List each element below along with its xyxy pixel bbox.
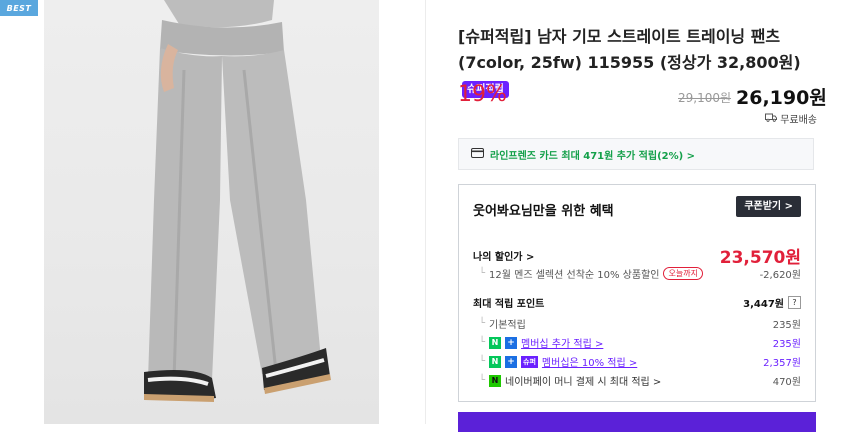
my-price-link[interactable]: 나의 할인가 > [473, 248, 534, 263]
shipping-info: 무료배송 [765, 111, 817, 126]
benefit-title: 웃어봐요님만을 위한 혜택 [473, 204, 614, 219]
super-mini-badge: 슈퍼 [521, 355, 538, 368]
base-point-value: 235원 [772, 320, 801, 331]
truck-icon [765, 113, 778, 125]
product-title-text: [슈퍼적립] 남자 기모 스트레이트 트레이닝 팬츠 (7color, 25fw… [458, 27, 801, 72]
member-super-value: 2,357원 [763, 358, 801, 369]
card-promo-banner[interactable]: 라인프렌즈 카드 최대 471원 추가 적립(2%) > [458, 138, 814, 170]
member-extra-row: └ N + 멤버십 추가 적립 > 235원 [473, 335, 801, 350]
plus-icon: + [505, 336, 518, 349]
left-gutter [0, 0, 44, 424]
my-price-value: 23,570원 [719, 248, 801, 268]
plus-icon: + [505, 355, 518, 368]
tree-branch-icon: └ [479, 268, 486, 279]
today-only-badge: 오늘까지 [663, 267, 703, 280]
naver-pay-icon: N [489, 374, 502, 387]
npay-row: └ N 네이버페이 머니 결제 시 최대 적립 > 470원 [473, 373, 801, 388]
max-point-row: 최대 적립 포인트 3,447원 ? [473, 295, 801, 310]
tree-branch-icon: └ [479, 375, 486, 386]
npay-value: 470원 [772, 377, 801, 388]
member-extra-link[interactable]: 멤버십 추가 적립 > [521, 335, 603, 350]
credit-card-icon [471, 147, 484, 161]
max-point-value: 3,447원 [743, 299, 784, 310]
max-point-label: 최대 적립 포인트 [473, 299, 545, 310]
tree-branch-icon: └ [479, 356, 486, 367]
base-point-row: └ 기본적립 235원 [473, 316, 801, 331]
coupon-button[interactable]: 쿠폰받기 > [736, 196, 801, 217]
base-point-label: 기본적립 [489, 320, 526, 331]
member-benefit-box: 웃어봐요님만을 위한 혜택 쿠폰받기 > 나의 할인가 > 23,570원 └ … [458, 184, 816, 402]
member-extra-value: 235원 [772, 339, 801, 350]
discount-rate: 19% [458, 82, 507, 107]
naver-n-icon: N [489, 355, 502, 368]
card-promo-text: 라인프렌즈 카드 최대 471원 추가 적립(2%) > [490, 150, 696, 162]
naver-n-icon: N [489, 336, 502, 349]
selection-discount-row: └ 12월 멘즈 셀렉션 선착순 10% 상품할인 오늘까지 -2,620원 [473, 266, 801, 281]
my-price-row: 나의 할인가 > 23,570원 [473, 243, 801, 268]
bottom-purple-banner[interactable] [458, 412, 816, 432]
member-super-row: └ N + 슈퍼 멤버십은 10% 적립 > 2,357원 [473, 354, 801, 369]
sale-price: 26,190원 [736, 87, 827, 109]
shipping-text: 무료배송 [780, 115, 817, 126]
vertical-divider [425, 0, 426, 424]
tree-branch-icon: └ [479, 318, 486, 329]
product-image[interactable] [44, 0, 379, 424]
member-super-link[interactable]: 멤버십은 10% 적립 > [542, 354, 637, 369]
help-icon[interactable]: ? [788, 296, 801, 309]
tree-branch-icon: └ [479, 337, 486, 348]
npay-link[interactable]: 네이버페이 머니 결제 시 최대 적립 > [505, 373, 661, 388]
selection-discount-text: 12월 멘즈 셀렉션 선착순 10% 상품할인 [489, 270, 660, 281]
best-badge: BEST [0, 0, 38, 16]
selection-discount-value: -2,620원 [759, 270, 801, 281]
original-price: 29,100원 [678, 91, 732, 105]
